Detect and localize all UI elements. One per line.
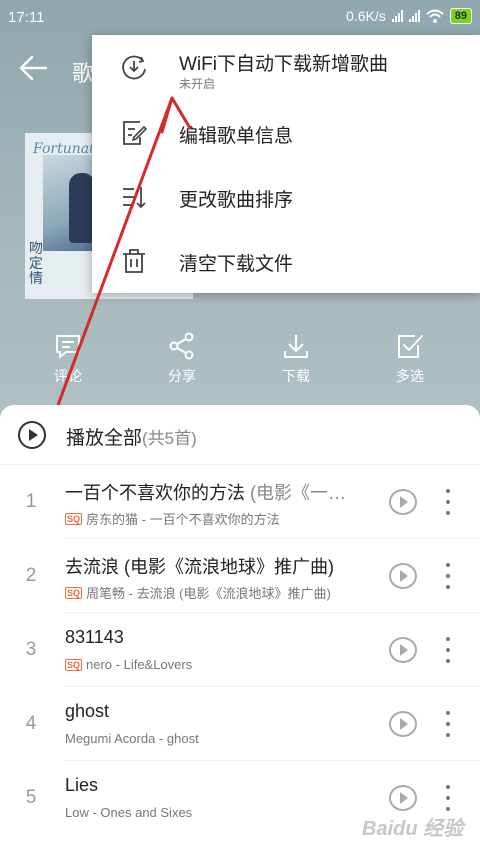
cover-vertical-text: 吻定情 (29, 240, 43, 286)
song-artist-album: Low - Ones and Sixes (65, 805, 193, 820)
more-options-icon[interactable] (444, 637, 452, 663)
song-play-icon[interactable] (389, 489, 417, 515)
multiselect-button[interactable]: 多选 (370, 332, 450, 386)
sort-icon (123, 187, 146, 209)
signal-icon (391, 10, 403, 22)
edit-icon (123, 121, 148, 145)
song-title-main: 去流浪 (电影《流浪地球》推广曲) (65, 557, 334, 577)
status-indicators: 0.6K/s 89 (346, 8, 472, 24)
more-options-icon[interactable] (444, 563, 452, 589)
playlist-options-menu: WiFi下自动下载新增歌曲 未开启 编辑歌单信息 更改歌曲排序 清空下载文件 (92, 35, 480, 293)
more-options-icon[interactable] (444, 711, 452, 737)
song-artist-album: Megumi Acorda - ghost (65, 731, 199, 746)
action-row: 评论 分享 下载 多选 (0, 332, 480, 392)
share-label: 分享 (168, 368, 196, 384)
menu-item-sort-songs[interactable]: 更改歌曲排序 (92, 165, 480, 229)
song-subtitle: SQ 房东的猫 - 一百个不喜欢你的方法 (65, 509, 385, 528)
song-title: 831143 (65, 627, 380, 648)
status-bar: 17:11 0.6K/s 89 (0, 0, 480, 34)
play-all-text: 播放全部(共5首) (66, 423, 197, 450)
song-number: 1 (25, 491, 37, 512)
song-artist-album: 周笔畅 - 去流浪 (电影《流浪地球》推广曲) (86, 586, 331, 601)
comment-button[interactable]: 评论 (28, 332, 108, 386)
song-subtitle: Low - Ones and Sixes (65, 805, 385, 820)
wifi-download-icon (122, 55, 146, 80)
more-options-icon[interactable] (444, 785, 452, 811)
download-label: 下载 (282, 368, 310, 384)
comment-label: 评论 (54, 368, 82, 384)
song-number: 5 (25, 787, 37, 808)
song-title-main: 831143 (65, 627, 124, 647)
share-icon (169, 332, 194, 360)
song-title: 一百个不喜欢你的方法 (电影《一… (65, 479, 380, 505)
song-subtitle: SQ nero - Life&Lovers (65, 657, 385, 672)
download-button[interactable]: 下载 (256, 332, 336, 386)
menu-item-clear-downloads[interactable]: 清空下载文件 (92, 229, 480, 293)
sq-badge: SQ (65, 512, 83, 525)
song-subtitle: SQ 周笔畅 - 去流浪 (电影《流浪地球》推广曲) (65, 583, 385, 602)
song-artist-album: 房东的猫 - 一百个不喜欢你的方法 (86, 512, 280, 527)
song-title-main: Lies (65, 775, 99, 795)
song-play-icon[interactable] (389, 711, 417, 737)
song-list-sheet: 播放全部(共5首) 1 一百个不喜欢你的方法 (电影《一… SQ 房东的猫 - 一… (0, 405, 480, 859)
song-artist-album: nero - Life&Lovers (86, 657, 193, 672)
menu-label: 更改歌曲排序 (179, 190, 294, 211)
play-all-row[interactable]: 播放全部(共5首) (0, 405, 480, 465)
play-all-label: 播放全部 (66, 428, 143, 449)
song-play-icon[interactable] (389, 637, 417, 663)
sq-badge: SQ (65, 658, 83, 671)
network-speed: 0.6K/s (346, 8, 386, 24)
song-play-icon[interactable] (389, 563, 417, 589)
song-number: 2 (25, 565, 37, 586)
song-title-main: 一百个不喜欢你的方法 (65, 483, 245, 503)
signal-icon-2 (408, 10, 420, 22)
song-row[interactable]: 3 831143 SQ nero - Life&Lovers (0, 613, 480, 687)
watermark: Baidu 经验 (362, 818, 464, 840)
song-row[interactable]: 1 一百个不喜欢你的方法 (电影《一… SQ 房东的猫 - 一百个不喜欢你的方法 (0, 465, 480, 539)
trash-icon (123, 249, 145, 273)
share-button[interactable]: 分享 (142, 332, 222, 386)
song-subtitle: Megumi Acorda - ghost (65, 731, 385, 746)
song-row[interactable]: 2 去流浪 (电影《流浪地球》推广曲) SQ 周笔畅 - 去流浪 (电影《流浪地球… (0, 539, 480, 613)
song-title: 去流浪 (电影《流浪地球》推广曲) (65, 553, 380, 579)
song-play-icon[interactable] (389, 785, 417, 811)
menu-item-wifi-auto-download[interactable]: WiFi下自动下载新增歌曲 未开启 (92, 35, 480, 99)
play-all-icon (18, 421, 46, 449)
download-icon (284, 335, 308, 358)
back-button[interactable] (18, 54, 50, 82)
menu-label: WiFi下自动下载新增歌曲 (179, 54, 388, 75)
wifi-icon (426, 9, 444, 23)
menu-sublabel: 未开启 (179, 77, 216, 91)
menu-label: 编辑歌单信息 (179, 126, 294, 147)
song-row[interactable]: 4 ghost Megumi Acorda - ghost (0, 687, 480, 761)
more-options-icon[interactable] (444, 489, 452, 515)
page-title: 歌 (72, 61, 95, 86)
song-title-main: ghost (65, 701, 110, 721)
song-number: 3 (25, 639, 37, 660)
back-arrow-icon (19, 55, 48, 81)
menu-item-edit-playlist[interactable]: 编辑歌单信息 (92, 101, 480, 165)
multiselect-label: 多选 (396, 368, 424, 384)
menu-label: 清空下载文件 (179, 254, 294, 275)
song-title: ghost (65, 701, 380, 722)
song-title: Lies (65, 775, 380, 796)
song-title-extra: (电影《一… (245, 483, 346, 503)
battery-icon: 89 (449, 8, 472, 24)
sq-badge: SQ (65, 586, 83, 599)
comment-icon (56, 335, 80, 358)
song-count: (共5首) (142, 429, 197, 448)
song-number: 4 (25, 713, 37, 734)
multiselect-icon (398, 335, 423, 358)
status-time: 17:11 (8, 9, 45, 26)
